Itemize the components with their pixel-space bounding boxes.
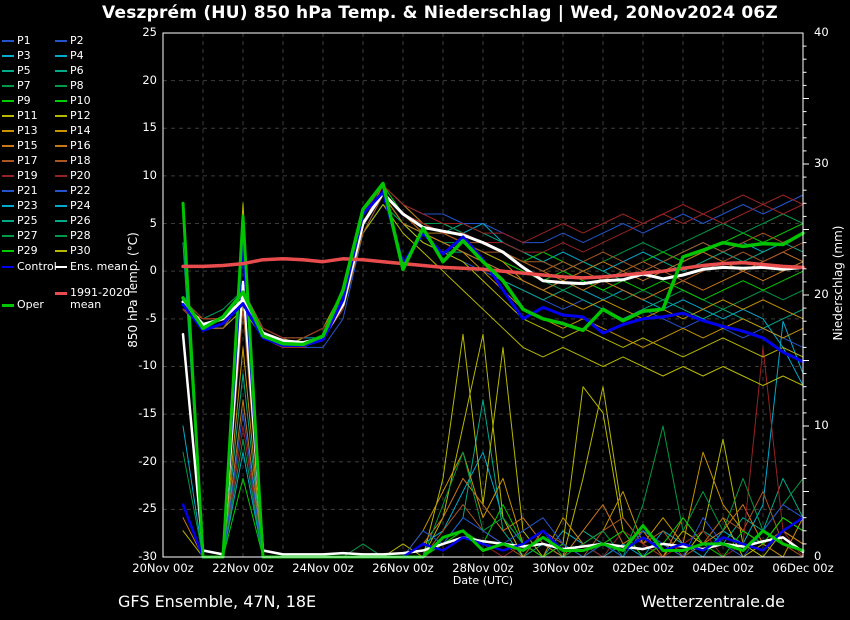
series-Ens. mean bbox=[183, 193, 803, 343]
watermark-text: Wetterzentrale.de bbox=[535, 592, 785, 611]
series-P19-precip bbox=[183, 347, 803, 557]
temp-tick-label: -25 bbox=[119, 502, 157, 515]
series-P11 bbox=[183, 205, 803, 386]
series-P3-precip bbox=[183, 321, 803, 557]
x-tick-label: 06Dec 00z bbox=[763, 562, 843, 575]
precip-tick-label: 30 bbox=[814, 157, 844, 170]
temp-tick-label: -20 bbox=[119, 455, 157, 468]
precip-axis-title: Niederschlag (mm) bbox=[831, 226, 845, 341]
temp-tick-label: 10 bbox=[119, 169, 157, 182]
temp-tick-label: 25 bbox=[119, 26, 157, 39]
series-P4 bbox=[183, 205, 803, 386]
temp-tick-label: 15 bbox=[119, 121, 157, 134]
precip-tick-label: 10 bbox=[814, 419, 844, 432]
temp-tick-label: -10 bbox=[119, 359, 157, 372]
model-info-text: GFS Ensemble, 47N, 18E bbox=[118, 592, 316, 611]
precip-tick-label: 40 bbox=[814, 26, 844, 39]
x-axis-title: Date (UTC) bbox=[403, 574, 563, 587]
series-P13-precip bbox=[183, 347, 803, 557]
temp-tick-label: 5 bbox=[119, 217, 157, 230]
meteogram-page: Veszprém (HU) 850 hPa Temp. & Niederschl… bbox=[0, 0, 850, 620]
x-tick-label: 22Nov 00z bbox=[203, 562, 283, 575]
temp-tick-label: 20 bbox=[119, 74, 157, 87]
series-P17-precip bbox=[183, 308, 803, 557]
x-tick-label: 02Dec 00z bbox=[603, 562, 683, 575]
temp-tick-label: -15 bbox=[119, 407, 157, 420]
x-tick-label: 24Nov 00z bbox=[283, 562, 363, 575]
temp-axis-title: 850 hPa Temp. (°C) bbox=[126, 232, 140, 348]
x-tick-label: 04Dec 00z bbox=[683, 562, 763, 575]
x-tick-label: 20Nov 00z bbox=[123, 562, 203, 575]
